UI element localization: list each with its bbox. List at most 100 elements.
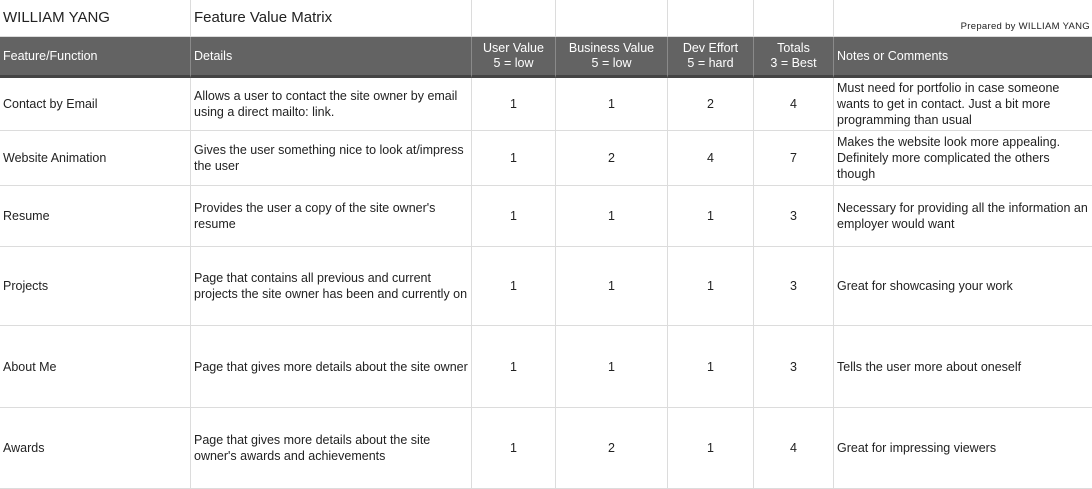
dev-effort: 1 (707, 209, 714, 223)
dev-effort-cell[interactable]: 1 (668, 247, 754, 326)
sheet-title: Feature Value Matrix (194, 9, 333, 26)
details-text: Gives the user something nice to look at… (194, 143, 464, 173)
author-cell[interactable]: WILLIAM YANG (0, 0, 191, 37)
header-notes[interactable]: Notes or Comments (834, 37, 1092, 78)
header-business-value-label: Business Value (568, 41, 655, 55)
header-feature[interactable]: Feature/Function (0, 37, 191, 78)
notes-text: Must need for portfolio in case someone … (837, 81, 1060, 127)
details-cell[interactable]: Gives the user something nice to look at… (191, 131, 472, 186)
business-value: 1 (608, 209, 615, 223)
header-feature-label: Feature/Function (3, 49, 98, 63)
empty-title-cell[interactable] (754, 0, 834, 37)
header-dev-effort-scale: 5 = hard (687, 56, 734, 70)
details-cell[interactable]: Page that gives more details about the s… (191, 326, 472, 408)
user-value-cell[interactable]: 1 (472, 186, 556, 247)
totals-value: 4 (790, 97, 797, 111)
header-dev-effort[interactable]: Dev Effort 5 = hard (668, 37, 754, 78)
totals-cell[interactable]: 7 (754, 131, 834, 186)
totals-cell[interactable]: 3 (754, 247, 834, 326)
author-name: WILLIAM YANG (3, 9, 110, 26)
empty-title-cell[interactable] (668, 0, 754, 37)
notes-cell[interactable]: Must need for portfolio in case someone … (834, 78, 1092, 131)
notes-text: Great for showcasing your work (837, 279, 1013, 293)
totals-cell[interactable]: 3 (754, 326, 834, 408)
dev-effort-cell[interactable]: 1 (668, 408, 754, 489)
details-text: Allows a user to contact the site owner … (194, 89, 458, 119)
user-value-cell[interactable]: 1 (472, 131, 556, 186)
business-value-cell[interactable]: 1 (556, 186, 668, 247)
details-cell[interactable]: Page that contains all previous and curr… (191, 247, 472, 326)
details-cell[interactable]: Provides the user a copy of the site own… (191, 186, 472, 247)
feature-cell[interactable]: Resume (0, 186, 191, 247)
user-value: 1 (510, 97, 517, 111)
header-notes-label: Notes or Comments (837, 49, 949, 63)
notes-cell[interactable]: Tells the user more about oneself (834, 326, 1092, 408)
totals-cell[interactable]: 4 (754, 408, 834, 489)
header-details-label: Details (194, 49, 233, 63)
business-value: 1 (608, 359, 615, 374)
notes-text: Necessary for providing all the informat… (837, 201, 1088, 231)
feature-cell[interactable]: Projects (0, 247, 191, 326)
business-value-cell[interactable]: 1 (556, 247, 668, 326)
dev-effort-cell[interactable]: 1 (668, 186, 754, 247)
notes-cell[interactable]: Necessary for providing all the informat… (834, 186, 1092, 247)
header-user-value-label: User Value (483, 41, 544, 55)
details-text: Page that contains all previous and curr… (194, 271, 468, 301)
totals-value: 3 (790, 359, 797, 374)
dev-effort-cell[interactable]: 4 (668, 131, 754, 186)
totals-cell[interactable]: 4 (754, 78, 834, 131)
dev-effort-cell[interactable]: 1 (668, 326, 754, 408)
feature-cell[interactable]: Website Animation (0, 131, 191, 186)
user-value-cell[interactable]: 1 (472, 408, 556, 489)
notes-cell[interactable]: Makes the website look more appealing. D… (834, 131, 1092, 186)
details-cell[interactable]: Allows a user to contact the site owner … (191, 78, 472, 131)
user-value-cell[interactable]: 1 (472, 78, 556, 131)
user-value: 1 (510, 209, 517, 223)
header-totals[interactable]: Totals 3 = Best (754, 37, 834, 78)
feature-cell[interactable]: About Me (0, 326, 191, 408)
feature-name: Projects (3, 279, 49, 293)
header-details[interactable]: Details (191, 37, 472, 78)
feature-name: Resume (3, 209, 50, 223)
feature-value-matrix-sheet: WILLIAM YANG Feature Value Matrix Prepar… (0, 0, 1092, 489)
feature-cell[interactable]: Contact by Email (0, 78, 191, 131)
empty-title-cell[interactable] (556, 0, 668, 37)
user-value: 1 (510, 151, 517, 165)
business-value-cell[interactable]: 2 (556, 131, 668, 186)
notes-cell[interactable]: Great for showcasing your work (834, 247, 1092, 326)
notes-cell[interactable]: Great for impressing viewers (834, 408, 1092, 489)
notes-text: Makes the website look more appealing. D… (837, 135, 1061, 181)
dev-effort: 4 (707, 151, 714, 165)
sheet-title-cell[interactable]: Feature Value Matrix (191, 0, 472, 37)
dev-effort: 1 (707, 359, 714, 374)
header-totals-label: Totals (777, 41, 810, 55)
empty-title-cell[interactable] (472, 0, 556, 37)
header-dev-effort-label: Dev Effort (682, 41, 739, 55)
user-value-cell[interactable]: 1 (472, 247, 556, 326)
header-user-value[interactable]: User Value 5 = low (472, 37, 556, 78)
business-value-cell[interactable]: 2 (556, 408, 668, 489)
totals-cell[interactable]: 3 (754, 186, 834, 247)
feature-cell[interactable]: Awards (0, 408, 191, 489)
dev-effort-cell[interactable]: 2 (668, 78, 754, 131)
user-value: 1 (510, 359, 517, 374)
notes-text: Great for impressing viewers (837, 441, 997, 455)
business-value-cell[interactable]: 1 (556, 326, 668, 408)
dev-effort: 1 (707, 279, 714, 293)
business-value: 1 (608, 97, 615, 111)
dev-effort: 2 (707, 97, 714, 111)
feature-name: Contact by Email (3, 97, 98, 111)
totals-value: 7 (790, 151, 797, 165)
user-value: 1 (510, 279, 517, 293)
prepared-by-cell[interactable]: Prepared by WILLIAM YANG (834, 0, 1092, 37)
details-cell[interactable]: Page that gives more details about the s… (191, 408, 472, 489)
dev-effort: 1 (707, 441, 714, 455)
totals-value: 3 (790, 279, 797, 293)
totals-value: 3 (790, 209, 797, 223)
details-text: Provides the user a copy of the site own… (194, 201, 436, 231)
header-business-value[interactable]: Business Value 5 = low (556, 37, 668, 78)
user-value-cell[interactable]: 1 (472, 326, 556, 408)
details-text: Page that gives more details about the s… (194, 359, 468, 374)
header-totals-scale: 3 = Best (770, 56, 817, 70)
business-value-cell[interactable]: 1 (556, 78, 668, 131)
